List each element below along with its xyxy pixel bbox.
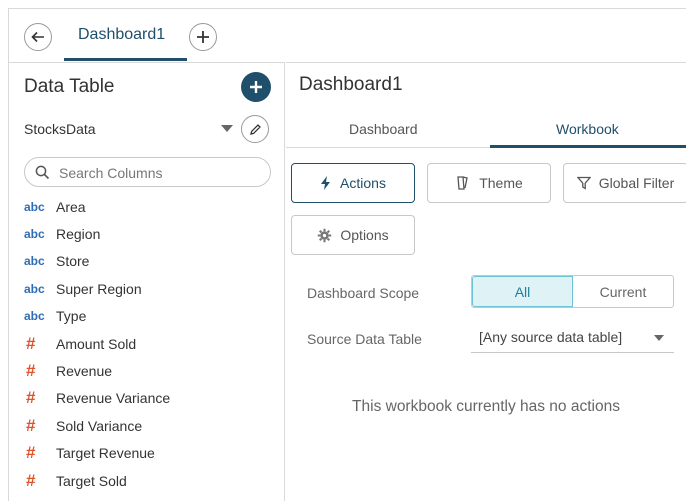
global-filter-button[interactable]: Global Filter [563, 163, 686, 203]
tab-dashboard[interactable]: Dashboard [349, 121, 418, 137]
numeric-type-icon: # [26, 415, 36, 435]
tab-label: Dashboard1 [78, 26, 166, 43]
top-tab-bar: Dashboard1 [8, 8, 686, 62]
list-item[interactable]: abc Store [24, 248, 274, 275]
field-label: Revenue [56, 363, 113, 380]
scope-current-option[interactable]: Current [573, 276, 673, 307]
numeric-type-icon: # [26, 470, 36, 490]
tab-dashboard1[interactable]: Dashboard1 [64, 9, 187, 61]
field-label: Target Revenue [56, 445, 155, 462]
list-item[interactable]: abc Super Region [24, 275, 274, 302]
back-button[interactable] [24, 23, 52, 51]
pencil-icon [249, 123, 261, 135]
text-type-icon: abc [24, 254, 45, 269]
add-tab-button[interactable] [189, 23, 217, 51]
field-label: Amount Sold [56, 335, 137, 352]
dashboard-settings-panel: Dashboard1 Dashboard Workbook Actions Th… [286, 62, 686, 501]
scope-all-option[interactable]: All [472, 276, 573, 307]
source-data-table-label: Source Data Table [307, 331, 422, 347]
text-type-icon: abc [24, 199, 45, 214]
panel-title: Data Table [24, 76, 115, 97]
column-list: abc Area abc Region abc Store abc Super Region a… [24, 193, 274, 494]
actions-label: Actions [340, 175, 386, 191]
numeric-type-icon: # [26, 361, 36, 381]
list-item[interactable]: abc Area [24, 193, 274, 220]
options-button[interactable]: Options [291, 215, 415, 255]
dashboard-scope-toggle: All Current [471, 275, 674, 308]
global-filter-label: Global Filter [598, 175, 675, 191]
numeric-type-icon: # [26, 333, 36, 353]
source-data-table-select[interactable]: [Any source data table] [471, 321, 674, 353]
filter-icon [576, 176, 591, 190]
theme-button[interactable]: Theme [427, 163, 551, 203]
search-columns [24, 157, 271, 187]
tab-active-indicator [64, 58, 187, 61]
tab-workbook[interactable]: Workbook [556, 121, 619, 137]
search-icon [35, 165, 50, 180]
edit-data-source-button[interactable] [241, 115, 269, 143]
list-item[interactable]: # Revenue [24, 357, 274, 384]
text-type-icon: abc [24, 227, 45, 242]
actions-button[interactable]: Actions [291, 163, 415, 203]
list-item[interactable]: # Target Revenue [24, 440, 274, 467]
gear-icon [318, 228, 332, 242]
field-label: Type [56, 308, 87, 325]
tab-active-indicator [490, 145, 686, 148]
field-label: Target Sold [56, 472, 127, 489]
chevron-down-icon [654, 335, 664, 341]
field-label: Region [56, 226, 101, 243]
plus-icon [197, 31, 209, 43]
field-label: Area [56, 198, 86, 215]
field-label: Store [56, 253, 90, 270]
options-label: Options [340, 227, 389, 243]
text-type-icon: abc [24, 309, 45, 324]
theme-icon [457, 176, 468, 190]
empty-actions-message: This workbook currently has no actions [352, 398, 620, 415]
source-data-table-value: [Any source data table] [479, 329, 623, 345]
list-item[interactable]: # Amount Sold [24, 330, 274, 357]
data-source-select[interactable]: StocksData [24, 121, 96, 137]
lightning-icon [321, 176, 331, 190]
field-label: Super Region [56, 280, 142, 297]
list-item[interactable]: # Revenue Variance [24, 385, 274, 412]
arrow-left-icon [31, 31, 44, 43]
dashboard-scope-label: Dashboard Scope [307, 285, 420, 301]
field-label: Revenue Variance [56, 390, 171, 407]
chevron-down-icon[interactable] [221, 125, 233, 132]
list-item[interactable]: # Target Sold [24, 467, 274, 494]
field-label: Sold Variance [56, 417, 143, 434]
data-table-panel: Data Table StocksData abcAreaabcRegionab… [8, 62, 285, 501]
list-item[interactable]: # Sold Variance [24, 412, 274, 439]
list-item[interactable]: abc Type [24, 303, 274, 330]
numeric-type-icon: # [26, 443, 36, 463]
search-input[interactable] [59, 163, 259, 183]
add-data-table-button[interactable] [241, 72, 271, 102]
page-title: Dashboard1 [299, 74, 403, 95]
plus-icon [250, 81, 262, 93]
text-type-icon: abc [24, 281, 45, 296]
numeric-type-icon: # [26, 388, 36, 408]
theme-label: Theme [479, 175, 523, 191]
list-item[interactable]: abc Region [24, 220, 274, 247]
